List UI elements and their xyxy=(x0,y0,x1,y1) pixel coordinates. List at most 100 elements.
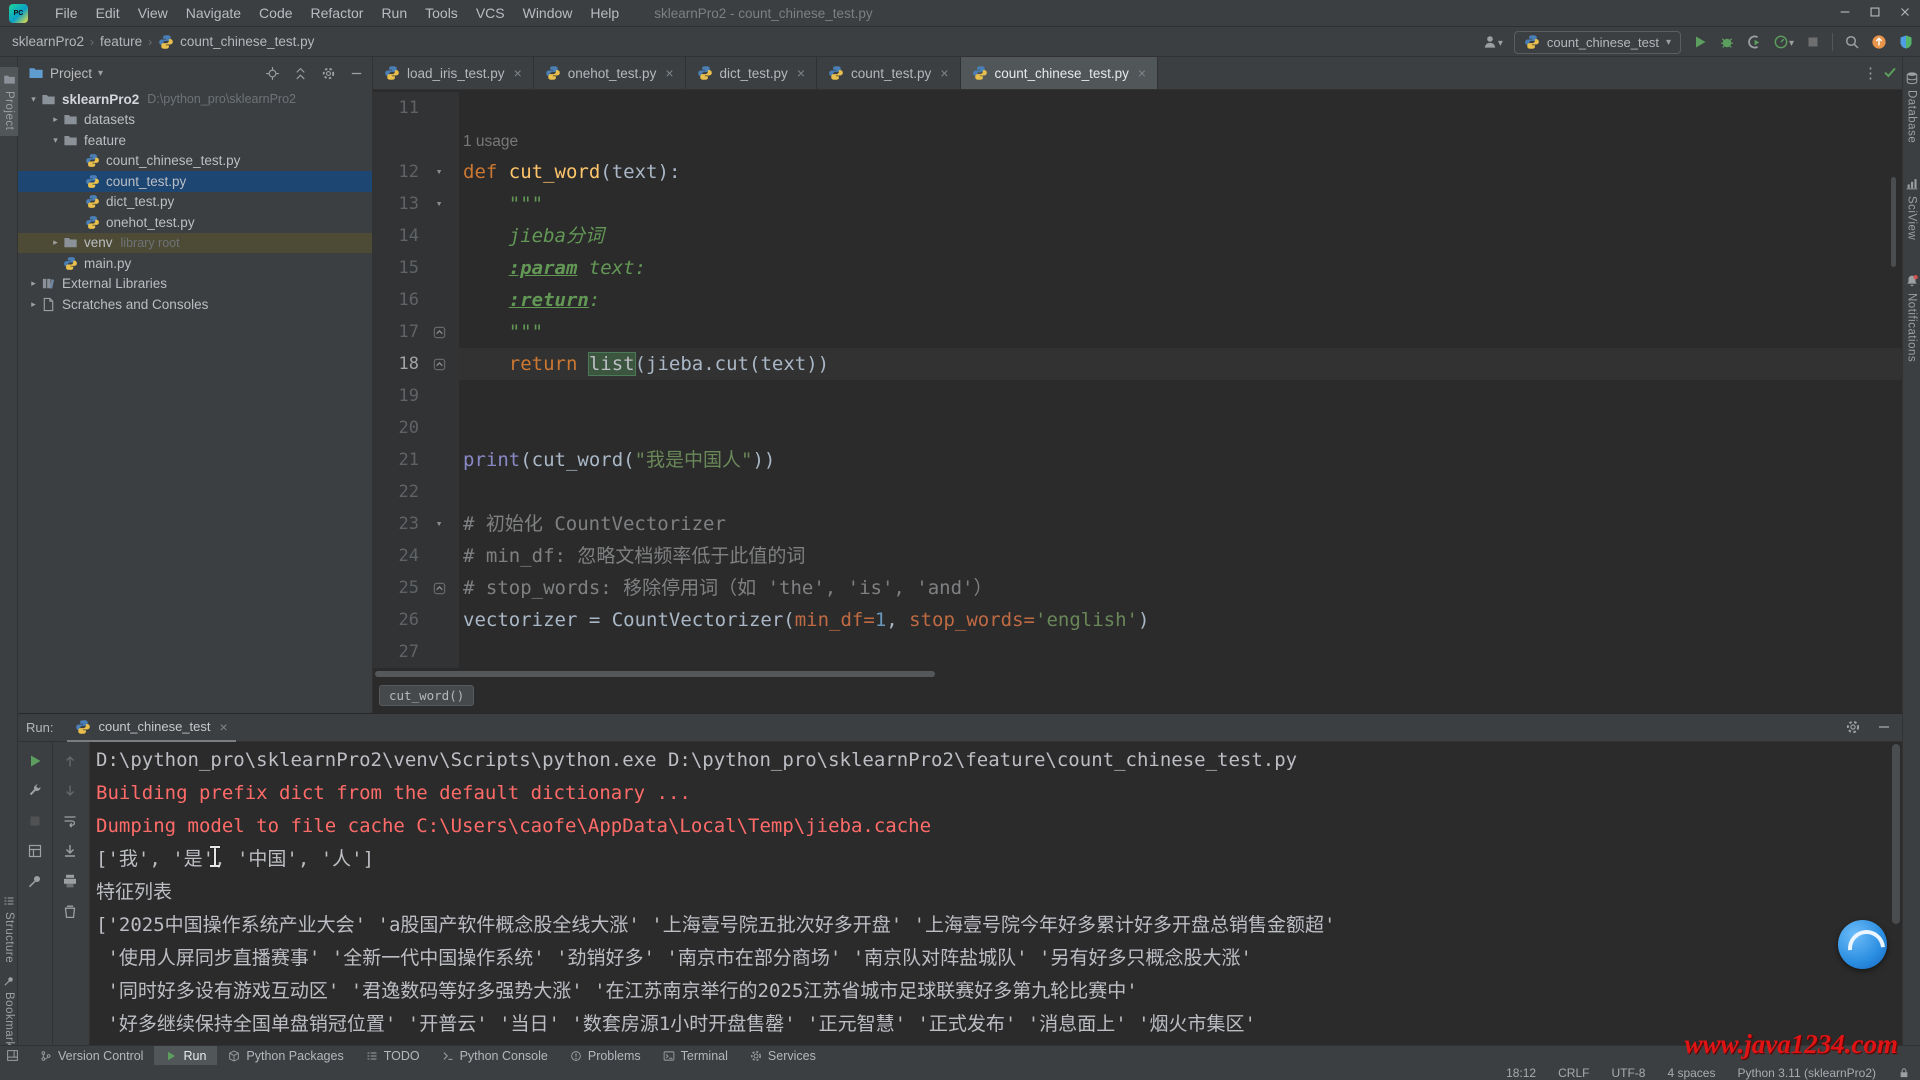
code-line[interactable]: 15 :param text: xyxy=(373,252,1902,284)
console-output[interactable]: D:\python_pro\sklearnPro2\venv\Scripts\p… xyxy=(96,744,1888,1044)
menu-vcs[interactable]: VCS xyxy=(467,1,514,25)
tree-item-count-chinese-test-py[interactable]: count_chinese_test.py xyxy=(18,151,372,172)
menu-edit[interactable]: Edit xyxy=(87,1,129,25)
toolwindow-problems[interactable]: Problems xyxy=(559,1046,652,1066)
console-scrollbar[interactable] xyxy=(1892,744,1900,924)
code-line[interactable]: 20 xyxy=(373,412,1902,444)
promo-blue-icon[interactable] xyxy=(1898,33,1914,51)
stop-icon[interactable] xyxy=(27,812,43,830)
code-line[interactable]: 24# min_df: 忽略文档频率低于此值的词 xyxy=(373,540,1902,572)
run-configuration-select[interactable]: count_chinese_test ▾ xyxy=(1514,31,1681,54)
hide-icon[interactable] xyxy=(1876,718,1892,735)
stripe-database[interactable]: Database xyxy=(1905,71,1919,143)
toolwindow-run[interactable]: Run xyxy=(154,1046,217,1066)
status-item[interactable]: Python 3.11 (sklearnPro2) xyxy=(1737,1066,1876,1080)
editor-breadcrumb-tag[interactable]: cut_word() xyxy=(379,685,474,706)
rerun-icon[interactable] xyxy=(27,752,43,770)
breadcrumb-item[interactable]: sklearnPro2 xyxy=(12,34,84,49)
toolwindow-python-console[interactable]: Python Console xyxy=(431,1046,559,1066)
stripe-structure[interactable]: Structure xyxy=(0,895,18,963)
tree-item-venv[interactable]: ▸venvlibrary root xyxy=(18,233,372,254)
inspection-ok-icon[interactable] xyxy=(1882,63,1898,81)
settings-icon[interactable] xyxy=(321,65,336,83)
chevron-icon[interactable]: ▸ xyxy=(48,114,63,125)
menu-refactor[interactable]: Refactor xyxy=(302,1,373,25)
chevron-icon[interactable]: ▸ xyxy=(26,278,41,289)
tree-item-count-test-py[interactable]: count_test.py xyxy=(18,171,372,192)
close-tab-icon[interactable]: × xyxy=(665,65,673,81)
close-icon[interactable] xyxy=(1898,3,1912,21)
code-line[interactable]: 14 jieba分词 xyxy=(373,220,1902,252)
promo-orange-icon[interactable] xyxy=(1871,33,1887,51)
profiler-icon[interactable]: ▾ xyxy=(1773,33,1794,51)
menu-run[interactable]: Run xyxy=(372,1,416,25)
code-line[interactable]: 17 """ xyxy=(373,316,1902,348)
settings-icon[interactable] xyxy=(1845,718,1861,735)
editor-tab-count_test-py[interactable]: count_test.py× xyxy=(817,57,961,89)
toolwindow-terminal[interactable]: Terminal xyxy=(652,1046,739,1066)
lock-icon[interactable] xyxy=(1898,1066,1920,1080)
code-line[interactable]: 26vectorizer = CountVectorizer(min_df=1,… xyxy=(373,604,1902,636)
toolwindow-version-control[interactable]: Version Control xyxy=(29,1046,154,1066)
toolwindow-python-packages[interactable]: Python Packages xyxy=(217,1046,354,1066)
menu-view[interactable]: View xyxy=(129,1,177,25)
close-tab-icon[interactable]: × xyxy=(940,65,948,81)
chevron-icon[interactable]: ▾ xyxy=(26,94,41,105)
code-line[interactable]: 12▾def cut_word(text): xyxy=(373,156,1902,188)
down-icon[interactable] xyxy=(62,782,78,800)
stripe-bookmarks[interactable]: Bookmarks xyxy=(0,975,18,1054)
run-console-tab[interactable]: count_chinese_test × xyxy=(67,714,235,742)
breadcrumb-item[interactable]: feature xyxy=(100,34,142,49)
fold-arrow-icon[interactable]: ▾ xyxy=(436,156,443,188)
code-line[interactable]: 19 xyxy=(373,380,1902,412)
chevron-icon[interactable]: ▸ xyxy=(48,237,63,248)
close-tab-icon[interactable]: × xyxy=(797,65,805,81)
stripe-notifications[interactable]: Notifications xyxy=(1905,274,1919,362)
scroll-end-icon[interactable] xyxy=(62,842,78,860)
tree-item-onehot-test-py[interactable]: onehot_test.py xyxy=(18,212,372,233)
code-line[interactable]: 16 :return: xyxy=(373,284,1902,316)
usage-hint[interactable]: 1 usage xyxy=(463,133,518,150)
status-item[interactable]: 18:12 xyxy=(1506,1066,1536,1080)
close-tab-icon[interactable]: × xyxy=(220,719,228,735)
menu-window[interactable]: Window xyxy=(514,1,582,25)
debug-icon[interactable] xyxy=(1719,33,1735,51)
status-item[interactable]: UTF-8 xyxy=(1611,1066,1645,1080)
fold-arrow-icon[interactable]: ▾ xyxy=(436,188,443,220)
editor-tab-dict_test-py[interactable]: dict_test.py× xyxy=(686,57,817,89)
breadcrumb-item[interactable]: count_chinese_test.py xyxy=(180,34,314,49)
code-editor[interactable]: 111 usage12▾def cut_word(text):13▾ """14… xyxy=(373,92,1902,677)
close-tab-icon[interactable]: × xyxy=(514,65,522,81)
tree-item-dict-test-py[interactable]: dict_test.py xyxy=(18,192,372,213)
clear-icon[interactable] xyxy=(62,902,78,920)
tree-item-main-py[interactable]: main.py xyxy=(18,253,372,274)
code-line[interactable]: 1 usage xyxy=(373,124,1902,156)
menu-code[interactable]: Code xyxy=(250,1,301,25)
fold-arrow-icon[interactable]: ▾ xyxy=(436,508,443,540)
close-tab-icon[interactable]: × xyxy=(1138,65,1146,81)
user-icon[interactable]: ▾ xyxy=(1482,33,1503,51)
vertical-scrollbar[interactable] xyxy=(1891,177,1896,267)
menu-help[interactable]: Help xyxy=(581,1,628,25)
stop-icon[interactable] xyxy=(1805,33,1821,51)
coverage-icon[interactable] xyxy=(1746,33,1762,51)
tree-item-scratches-and-consoles[interactable]: ▸Scratches and Consoles xyxy=(18,294,372,315)
editor-tab-onehot_test-py[interactable]: onehot_test.py× xyxy=(534,57,686,89)
tree-item-feature[interactable]: ▾feature xyxy=(18,130,372,151)
menu-tools[interactable]: Tools xyxy=(416,1,467,25)
stripe-sciview[interactable]: SciView xyxy=(1905,177,1919,240)
tool-windows-toggle-icon[interactable] xyxy=(6,1047,19,1065)
menu-file[interactable]: File xyxy=(46,1,87,25)
maximize-icon[interactable] xyxy=(1868,3,1882,21)
code-line[interactable]: 25# stop_words: 移除停用词（如 'the', 'is', 'an… xyxy=(373,572,1902,604)
floating-badge[interactable] xyxy=(1838,920,1887,969)
project-panel-title[interactable]: Project xyxy=(50,66,92,81)
code-line[interactable]: 23▾# 初始化 CountVectorizer xyxy=(373,508,1902,540)
tree-item-sklearnpro2[interactable]: ▾sklearnPro2D:\python_pro\sklearnPro2 xyxy=(18,89,372,110)
toolwindow-todo[interactable]: TODO xyxy=(355,1046,431,1066)
tab-options-icon[interactable]: ⋮ xyxy=(1863,64,1878,82)
chevron-icon[interactable]: ▾ xyxy=(48,135,63,146)
code-line[interactable]: 18 return list(jieba.cut(text)) xyxy=(373,348,1902,380)
status-item[interactable]: CRLF xyxy=(1558,1066,1589,1080)
minimize-icon[interactable] xyxy=(1838,3,1852,21)
